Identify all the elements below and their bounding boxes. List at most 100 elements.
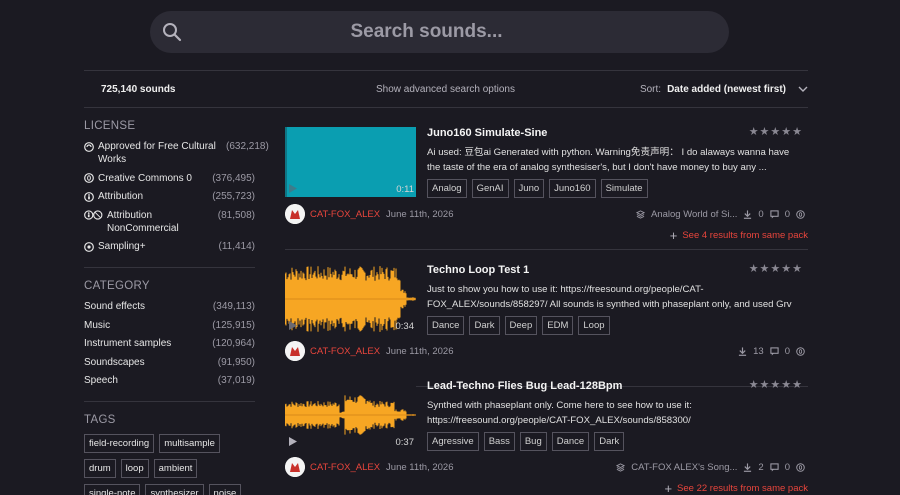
- filter-sidebar: LICENSE Approved for Free Cultural Works…: [84, 120, 269, 495]
- sound-tag[interactable]: Juno160: [549, 179, 596, 198]
- category-item-music[interactable]: Music (125,915): [84, 319, 255, 332]
- same-pack-link[interactable]: + See 4 results from same pack: [669, 227, 808, 243]
- sound-meta: CAT-FOX_ALEX June 11th, 2026 Analog Worl…: [285, 204, 808, 224]
- sound-result: 0:11 Juno160 Simulate-Sine ★★★★★ Ai used…: [285, 120, 808, 250]
- tag-filter[interactable]: synthesizer: [145, 484, 204, 495]
- waveform-player[interactable]: 0:11: [285, 127, 416, 197]
- sort-dropdown[interactable]: Sort: Date added (newest first): [640, 84, 808, 95]
- license-item-sampling[interactable]: Sampling+ (11,414): [84, 240, 255, 253]
- category-count: (349,113): [212, 301, 255, 312]
- category-label: Music: [84, 319, 111, 331]
- sound-tag[interactable]: Bug: [519, 432, 547, 451]
- avatar[interactable]: [285, 457, 305, 477]
- duration: 0:37: [395, 437, 415, 448]
- sound-description: Synthed with phaseplant only. Come here …: [427, 400, 692, 426]
- advanced-search-link[interactable]: Show advanced search options: [376, 84, 606, 95]
- sound-tag[interactable]: Loop: [578, 316, 610, 335]
- cc-sampling-icon: [84, 241, 94, 252]
- comment-count: 0: [784, 461, 790, 473]
- facet-title-tags: TAGS: [84, 414, 116, 426]
- cc-free-icon: [84, 141, 94, 152]
- author-link[interactable]: CAT-FOX_ALEX: [310, 346, 380, 357]
- tag-filter[interactable]: drum: [84, 459, 116, 478]
- download-count: 0: [758, 208, 764, 220]
- avatar[interactable]: [285, 204, 305, 224]
- play-icon[interactable]: [289, 321, 297, 330]
- sound-tag[interactable]: Juno: [513, 179, 545, 198]
- tag-filter[interactable]: multisample: [159, 434, 220, 453]
- sound-tag[interactable]: Dark: [469, 316, 500, 335]
- chevron-down-icon: [798, 86, 808, 92]
- license-label: Approved for Free Cultural Works: [98, 141, 216, 165]
- tag-filter[interactable]: field-recording: [84, 434, 155, 453]
- search-input[interactable]: [194, 11, 719, 53]
- sound-tag[interactable]: Deep: [504, 316, 538, 335]
- facet-title-license: LICENSE: [84, 120, 136, 132]
- divider: [84, 107, 808, 108]
- sound-tag[interactable]: Dance: [427, 316, 465, 335]
- results-count: 725,140 sounds: [101, 83, 176, 95]
- license-item-free-cultural[interactable]: Approved for Free Cultural Works (632,21…: [84, 140, 269, 166]
- download-icon: [744, 209, 752, 219]
- sound-tag[interactable]: Simulate: [600, 179, 648, 198]
- license-count: (376,495): [212, 172, 255, 184]
- category-item-instrument-samples[interactable]: Instrument samples (120,964): [84, 337, 255, 350]
- waveform-player[interactable]: 0:34: [285, 264, 416, 334]
- category-item-speech[interactable]: Speech (37,019): [84, 374, 255, 387]
- author-link[interactable]: CAT-FOX_ALEX: [310, 209, 380, 220]
- search-icon: [163, 23, 182, 42]
- license-label: Sampling+: [98, 241, 146, 252]
- sound-tag[interactable]: Dark: [594, 432, 625, 451]
- sound-tag[interactable]: GenAI: [471, 179, 509, 198]
- comment-icon: [770, 462, 779, 472]
- license-item-attribution-nc[interactable]: Attribution NonCommercial (81,508): [84, 209, 255, 235]
- search-bar[interactable]: [150, 11, 729, 53]
- pack-name[interactable]: CAT-FOX ALEX's Song...: [631, 462, 737, 473]
- tag-filter[interactable]: ambient: [153, 459, 198, 478]
- category-count: (125,915): [212, 319, 255, 331]
- rating-stars[interactable]: ★★★★★: [749, 125, 803, 138]
- play-icon[interactable]: [289, 437, 297, 446]
- license-facet: LICENSE Approved for Free Cultural Works…: [84, 120, 269, 253]
- same-pack-link[interactable]: + See 22 results from same pack: [664, 482, 808, 495]
- sound-tag[interactable]: Agressive: [427, 432, 479, 451]
- comment-icon: [770, 346, 779, 356]
- avatar[interactable]: [285, 341, 305, 361]
- waveform-player[interactable]: 0:37: [285, 380, 416, 450]
- tag-filter[interactable]: loop: [120, 459, 149, 478]
- sound-meta: CAT-FOX_ALEX June 11th, 2026 13 0: [285, 341, 808, 361]
- sound-tag[interactable]: EDM: [542, 316, 574, 335]
- license-icon: [796, 346, 805, 356]
- results-list: 0:11 Juno160 Simulate-Sine ★★★★★ Ai used…: [285, 120, 808, 495]
- play-icon[interactable]: [289, 184, 297, 193]
- sound-result: 0:34 Techno Loop Test 1 ★★★★★ Just to sh…: [285, 257, 808, 387]
- tag-filter[interactable]: noise: [208, 484, 242, 495]
- tag-filter[interactable]: single-note: [84, 484, 141, 495]
- plus-icon: +: [669, 227, 678, 243]
- sound-title[interactable]: Juno160 Simulate-Sine: [427, 127, 547, 139]
- sound-description: Ai used: 豆包ai Generated with python. War…: [427, 147, 790, 173]
- pack-name[interactable]: Analog World of Si...: [651, 209, 737, 220]
- sound-tag[interactable]: Analog: [427, 179, 467, 198]
- download-icon: [744, 462, 752, 472]
- rating-stars[interactable]: ★★★★★: [749, 262, 803, 275]
- category-item-sound-effects[interactable]: Sound effects (349,113): [84, 300, 255, 313]
- category-label: Sound effects: [84, 301, 145, 312]
- sound-tag[interactable]: Bass: [483, 432, 515, 451]
- author-link[interactable]: CAT-FOX_ALEX: [310, 462, 380, 473]
- sound-title[interactable]: Techno Loop Test 1: [427, 264, 529, 276]
- category-label: Instrument samples: [84, 338, 172, 349]
- sort-label: Sort:: [639, 83, 662, 95]
- category-label: Soundscapes: [84, 356, 145, 368]
- pack-icon: [616, 462, 626, 472]
- category-item-soundscapes[interactable]: Soundscapes (91,950): [84, 356, 255, 369]
- pack-icon: [635, 209, 645, 219]
- rating-stars[interactable]: ★★★★★: [749, 378, 803, 391]
- license-item-attribution[interactable]: Attribution (255,723): [84, 190, 255, 203]
- cc-zero-icon: [84, 173, 94, 183]
- sound-title[interactable]: Lead-Techno Flies Bug Lead-128Bpm: [427, 380, 622, 392]
- comment-count: 0: [784, 208, 790, 220]
- license-item-cc0[interactable]: Creative Commons 0 (376,495): [84, 172, 255, 185]
- duration: 0:11: [396, 184, 414, 195]
- sound-tag[interactable]: Dance: [551, 432, 590, 451]
